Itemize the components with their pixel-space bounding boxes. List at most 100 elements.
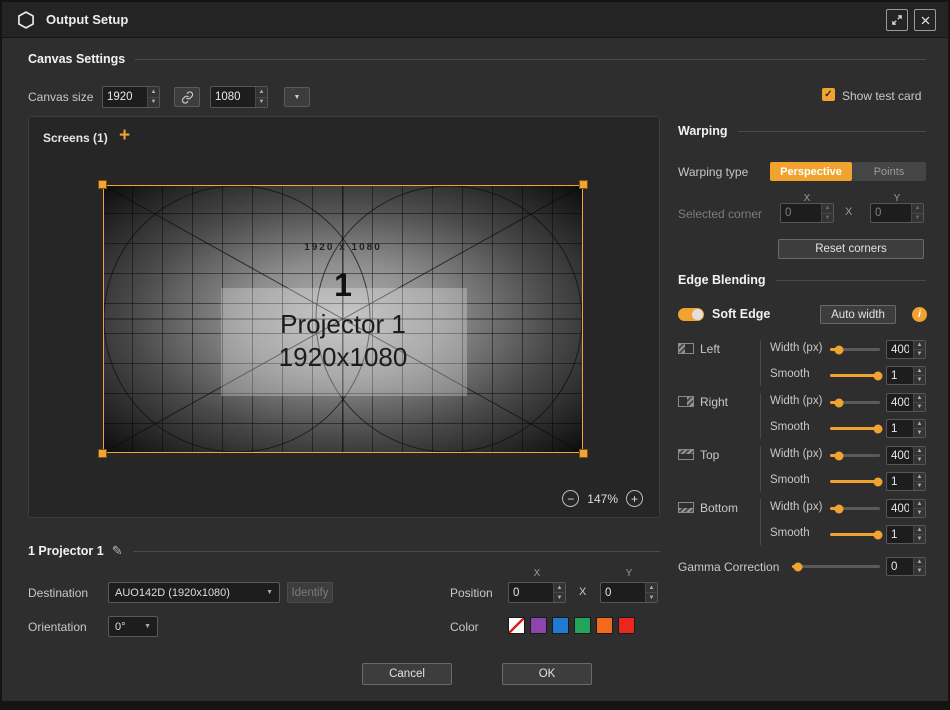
close-icon — [920, 15, 931, 26]
chevron-down-icon: ▼ — [266, 589, 273, 596]
info-icon[interactable]: i — [912, 307, 927, 322]
edge-left-width-field[interactable] — [887, 341, 913, 358]
test-card-preview[interactable]: 1920 x 1080 1 Projector 1 1920x1080 — [103, 185, 583, 453]
canvas-height-input[interactable]: ▲▼ — [210, 86, 268, 108]
edge-bottom-smooth-input[interactable]: ▲▼ — [886, 525, 926, 544]
auto-width-button[interactable]: Auto width — [820, 305, 896, 324]
edge-top-width-spinner[interactable]: ▲▼ — [913, 447, 925, 464]
corner-handle-bottom-right[interactable] — [579, 449, 588, 458]
corner-y-input[interactable]: ▲▼ — [870, 203, 924, 223]
edge-blending-title: Edge Blending — [678, 273, 766, 287]
edit-name-pencil-icon[interactable]: ✎ — [112, 543, 123, 559]
add-screen-button[interactable]: + — [119, 125, 130, 147]
position-y-field[interactable] — [601, 583, 645, 602]
canvas-height-spinner[interactable]: ▲▼ — [255, 87, 267, 107]
position-x-input[interactable]: ▲▼ — [508, 582, 566, 603]
edge-right-width-field[interactable] — [887, 394, 913, 411]
edge-left-width-input[interactable]: ▲▼ — [886, 340, 926, 359]
color-swatch-4[interactable] — [596, 617, 613, 634]
ok-button[interactable]: OK — [502, 663, 592, 685]
edge-right-smooth-input[interactable]: ▲▼ — [886, 419, 926, 438]
expand-window-button[interactable] — [886, 9, 908, 31]
gamma-correction-label: Gamma Correction — [678, 560, 779, 574]
gamma-slider[interactable] — [792, 565, 880, 568]
edge-blending-header: Edge Blending — [678, 273, 926, 287]
edge-left-smooth-input[interactable]: ▲▼ — [886, 366, 926, 385]
color-swatch-5[interactable] — [618, 617, 635, 634]
gamma-field[interactable] — [887, 558, 913, 575]
color-swatch-3[interactable] — [574, 617, 591, 634]
edge-top-width-slider[interactable] — [830, 454, 880, 457]
corner-x-field[interactable] — [781, 204, 821, 222]
corner-y-field[interactable] — [871, 204, 911, 222]
zoom-in-button[interactable]: + — [626, 490, 643, 507]
corner-handle-bottom-left[interactable] — [98, 449, 107, 458]
corner-handle-top-right[interactable] — [579, 180, 588, 189]
edge-top-smooth-input[interactable]: ▲▼ — [886, 472, 926, 491]
gamma-spinner[interactable]: ▲▼ — [913, 558, 925, 575]
corner-y-spinner[interactable]: ▲▼ — [911, 204, 923, 222]
edge-right-label: Right — [700, 395, 728, 409]
canvas-width-input[interactable]: ▲▼ — [102, 86, 160, 108]
gamma-input[interactable]: ▲▼ — [886, 557, 926, 576]
edge-top-width-field[interactable] — [887, 447, 913, 464]
edge-bottom-smooth-field[interactable] — [887, 526, 913, 543]
edge-right-width-slider[interactable] — [830, 401, 880, 404]
link-dimensions-button[interactable] — [174, 87, 200, 107]
position-x-field[interactable] — [509, 583, 553, 602]
edge-bottom-width-input[interactable]: ▲▼ — [886, 499, 926, 518]
edge-right-smooth-slider[interactable] — [830, 427, 880, 430]
warping-type-points[interactable]: Points — [852, 162, 926, 181]
destination-dropdown[interactable]: AUO142D (1920x1080) ▼ — [108, 582, 280, 603]
edge-right-smooth-spinner[interactable]: ▲▼ — [913, 420, 925, 437]
edge-bottom-label: Bottom — [700, 501, 738, 515]
edge-bottom-width-slider[interactable] — [830, 507, 880, 510]
identify-button[interactable]: Identify — [287, 582, 333, 603]
edge-left-smooth-field[interactable] — [887, 367, 913, 384]
edge-left-width-spinner[interactable]: ▲▼ — [913, 341, 925, 358]
edge-bottom-smooth-spinner[interactable]: ▲▼ — [913, 526, 925, 543]
destination-value: AUO142D (1920x1080) — [115, 587, 230, 599]
canvas-width-spinner[interactable]: ▲▼ — [147, 87, 159, 107]
color-label: Color — [450, 620, 479, 634]
color-swatch-2[interactable] — [552, 617, 569, 634]
orientation-dropdown[interactable]: 0° ▼ — [108, 616, 158, 637]
edge-bottom-smooth-slider[interactable] — [830, 533, 880, 536]
edge-row-divider — [760, 499, 761, 545]
corner-x-input[interactable]: ▲▼ — [780, 203, 834, 223]
edge-left-width-label: Width (px) — [770, 342, 822, 354]
edge-top-smooth-field[interactable] — [887, 473, 913, 490]
edge-right-width-input[interactable]: ▲▼ — [886, 393, 926, 412]
position-y-spinner[interactable]: ▲▼ — [645, 583, 657, 602]
warping-type-segment: Perspective Points — [770, 162, 926, 181]
edge-right-smooth-field[interactable] — [887, 420, 913, 437]
edge-bottom-width-field[interactable] — [887, 500, 913, 517]
canvas-height-field[interactable] — [211, 87, 255, 107]
zoom-out-button[interactable]: − — [562, 490, 579, 507]
soft-edge-toggle[interactable] — [678, 308, 704, 321]
color-swatch-none[interactable] — [508, 617, 525, 634]
reset-corners-button[interactable]: Reset corners — [778, 239, 924, 259]
show-test-card-checkbox[interactable] — [822, 88, 835, 101]
section-divider — [135, 59, 926, 60]
corner-handle-top-left[interactable] — [98, 180, 107, 189]
edge-top-smooth-slider[interactable] — [830, 480, 880, 483]
position-x-spinner[interactable]: ▲▼ — [553, 583, 565, 602]
edge-top-smooth-spinner[interactable]: ▲▼ — [913, 473, 925, 490]
position-y-input[interactable]: ▲▼ — [600, 582, 658, 603]
canvas-presets-button[interactable]: ▼ — [284, 87, 310, 107]
corner-x-spinner[interactable]: ▲▼ — [821, 204, 833, 222]
edge-bottom-width-spinner[interactable]: ▲▼ — [913, 500, 925, 517]
warping-type-perspective[interactable]: Perspective — [770, 162, 852, 181]
edge-left-smooth-slider[interactable] — [830, 374, 880, 377]
edge-right-width-spinner[interactable]: ▲▼ — [913, 394, 925, 411]
edge-left-smooth-label: Smooth — [770, 368, 810, 380]
edge-row-divider — [760, 340, 761, 386]
canvas-width-field[interactable] — [103, 87, 147, 107]
close-window-button[interactable] — [914, 9, 936, 31]
color-swatch-1[interactable] — [530, 617, 547, 634]
edge-left-smooth-spinner[interactable]: ▲▼ — [913, 367, 925, 384]
cancel-button[interactable]: Cancel — [362, 663, 452, 685]
edge-left-width-slider[interactable] — [830, 348, 880, 351]
edge-top-width-input[interactable]: ▲▼ — [886, 446, 926, 465]
